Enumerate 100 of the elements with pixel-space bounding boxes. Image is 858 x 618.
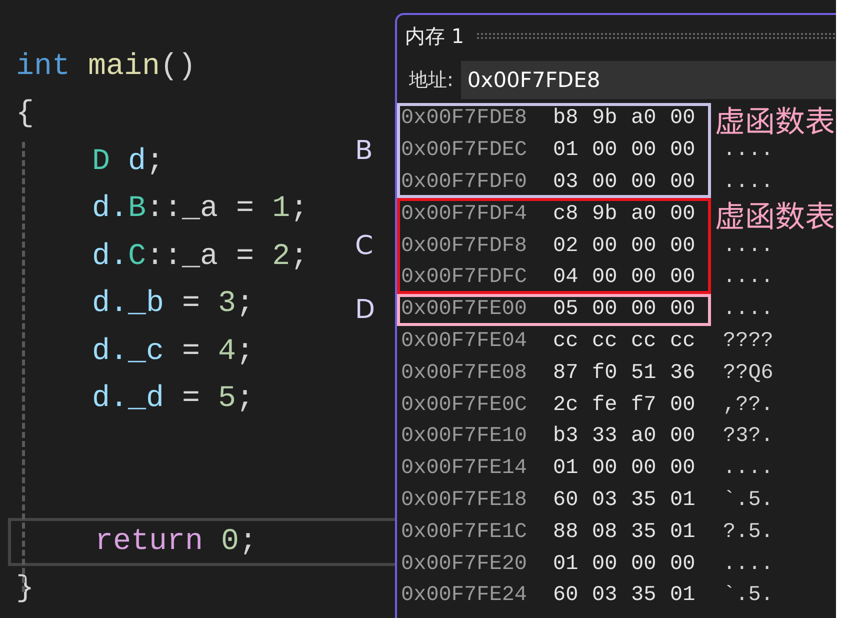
memory-byte: 03 <box>553 170 580 194</box>
memory-byte: b8 <box>553 107 580 130</box>
memory-byte: 00 <box>592 139 618 162</box>
memory-byte: 08 <box>592 520 618 544</box>
memory-address: 0x00F7FE04 <box>401 330 528 353</box>
memory-byte: 60 <box>553 584 580 608</box>
memory-byte: 00 <box>631 139 658 162</box>
memory-byte: 33 <box>592 425 618 448</box>
memory-address: 0x00F7FE0C <box>401 394 528 417</box>
memory-address: 0x00F7FE14 <box>401 457 528 480</box>
memory-byte: 00 <box>592 298 618 322</box>
memory-address: 0x00F7FDEC <box>401 139 528 162</box>
memory-byte: 00 <box>592 266 618 290</box>
memory-byte: a0 <box>631 107 658 130</box>
memory-byte: 01 <box>670 488 696 512</box>
memory-byte: 01 <box>553 552 580 576</box>
memory-byte: 00 <box>670 298 696 322</box>
window-title: 内存 1 <box>405 22 464 50</box>
code-line: d._d = 5; <box>92 382 254 416</box>
memory-byte: 9b <box>592 107 618 130</box>
memory-address: 0x00F7FE1C <box>401 520 528 544</box>
memory-ascii: ?.5. <box>722 520 774 544</box>
code-line: { <box>16 97 34 132</box>
memory-ascii: .... <box>722 170 774 194</box>
memory-address: 0x00F7FE20 <box>401 552 528 576</box>
memory-byte: cc <box>670 330 696 353</box>
memory-byte: a0 <box>631 202 658 226</box>
memory-ascii: ?3?. <box>722 425 774 448</box>
memory-address: 0x00F7FDF0 <box>401 170 528 194</box>
memory-byte: 02 <box>553 234 580 258</box>
memory-address: 0x00F7FE10 <box>401 425 528 448</box>
memory-byte: 88 <box>553 520 580 544</box>
memory-byte: 00 <box>670 170 696 194</box>
memory-byte: 35 <box>631 520 658 544</box>
memory-ascii: .... <box>722 139 774 162</box>
memory-byte: 51 <box>631 362 658 385</box>
group-label: B <box>355 136 373 166</box>
memory-byte: f0 <box>592 362 618 385</box>
memory-byte: 00 <box>592 170 618 194</box>
group-label: D <box>355 294 376 325</box>
memory-ascii: `.5. <box>722 488 774 512</box>
code-line: int main() <box>16 50 196 84</box>
code-line: d._b = 3; <box>92 287 254 322</box>
memory-byte: 00 <box>631 457 658 480</box>
memory-byte: 00 <box>592 552 618 576</box>
memory-byte: 00 <box>670 107 696 130</box>
memory-ascii: `.5. <box>722 584 774 608</box>
memory-byte: 00 <box>631 298 658 322</box>
memory-byte: 00 <box>670 266 696 290</box>
memory-byte: 05 <box>553 298 580 322</box>
memory-address: 0x00F7FDE8 <box>401 107 528 130</box>
memory-byte: 00 <box>670 139 696 162</box>
memory-byte: 03 <box>592 488 618 512</box>
memory-byte: 00 <box>631 234 658 258</box>
group-label: C <box>355 231 374 262</box>
memory-address: 0x00F7FDF4 <box>401 202 528 226</box>
memory-byte: 00 <box>670 457 696 480</box>
memory-ascii: .... <box>722 552 774 576</box>
memory-byte: 35 <box>631 584 658 608</box>
memory-address: 0x00F7FE18 <box>401 488 528 512</box>
annotation-text: 虚函数表 <box>715 97 835 141</box>
memory-byte: 87 <box>553 362 580 385</box>
code-line: d.C::_a = 2; <box>92 240 308 274</box>
memory-byte: cc <box>553 330 580 353</box>
memory-byte: 00 <box>592 234 618 258</box>
memory-address: 0x00F7FE08 <box>401 362 528 385</box>
memory-byte: 00 <box>592 457 618 480</box>
code-line: d._c = 4; <box>92 334 254 369</box>
memory-byte: cc <box>631 330 658 353</box>
memory-byte: 00 <box>670 394 696 417</box>
memory-byte: fe <box>592 394 618 417</box>
memory-byte: 00 <box>670 234 696 258</box>
memory-byte: 36 <box>670 362 696 385</box>
memory-byte: 00 <box>631 552 658 576</box>
memory-byte: c8 <box>553 202 580 226</box>
memory-byte: 01 <box>670 584 696 608</box>
memory-address: 0x00F7FE24 <box>401 584 528 608</box>
memory-byte: 04 <box>553 266 580 290</box>
code-line: d.B::_a = 1; <box>92 192 308 226</box>
memory-ascii: .... <box>722 234 774 258</box>
memory-ascii: ???? <box>722 330 774 353</box>
memory-byte: 60 <box>553 488 580 512</box>
annotation-text: 虚函数表 <box>715 192 835 236</box>
memory-byte: b3 <box>553 425 580 448</box>
memory-byte: 00 <box>631 170 658 194</box>
memory-byte: 00 <box>670 202 696 226</box>
address-field[interactable]: 0x00F7FDE8 <box>461 61 836 99</box>
memory-byte: 00 <box>670 552 696 576</box>
drag-grip[interactable] <box>476 32 836 40</box>
address-label: 地址: <box>409 68 454 93</box>
memory-byte: f7 <box>631 394 658 417</box>
code-line: D d; <box>92 144 164 179</box>
memory-ascii: ,??. <box>722 394 774 417</box>
memory-byte: cc <box>592 330 618 353</box>
memory-address: 0x00F7FDFC <box>401 266 528 290</box>
memory-ascii: .... <box>722 266 774 290</box>
memory-byte: 03 <box>592 584 618 608</box>
memory-byte: 9b <box>592 202 618 226</box>
memory-ascii: .... <box>722 298 774 322</box>
memory-ascii: .... <box>722 457 774 480</box>
